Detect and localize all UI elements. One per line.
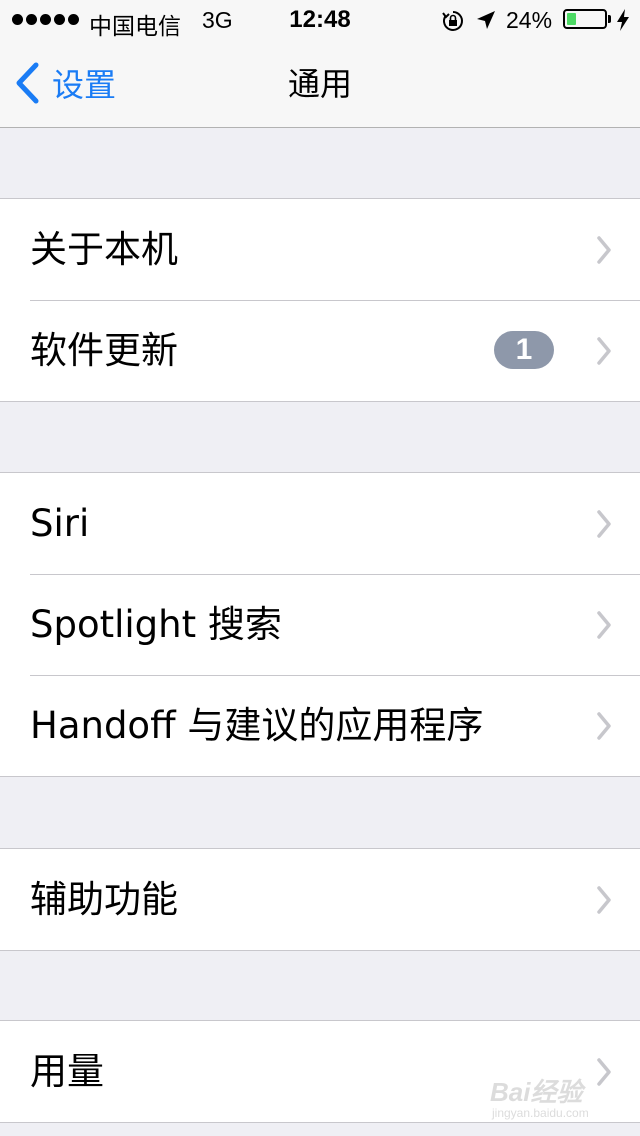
list-item-label: Siri — [30, 502, 90, 545]
list-item-siri[interactable]: Siri — [0, 473, 640, 574]
battery-tip — [608, 15, 611, 23]
battery-icon — [563, 9, 607, 29]
list-item-label: 关于本机 — [30, 228, 178, 271]
list-item-label: Handoff 与建议的应用程序 — [30, 704, 484, 747]
chevron-right-icon — [596, 712, 612, 744]
list-item-label: 辅助功能 — [30, 878, 178, 921]
navigation-bar: 设置 通用 — [0, 40, 640, 128]
list-item-usage[interactable]: 用量 — [0, 1021, 640, 1122]
list-item-software-update[interactable]: 软件更新 1 — [0, 300, 640, 401]
charging-bolt-icon — [616, 8, 630, 37]
list-item-accessibility[interactable]: 辅助功能 — [0, 849, 640, 950]
settings-group-3: 辅助功能 — [0, 848, 640, 951]
chevron-right-icon — [596, 510, 612, 542]
list-item-handoff[interactable]: Handoff 与建议的应用程序 — [0, 675, 640, 776]
page-title: 通用 — [287, 65, 352, 103]
settings-group-1: 关于本机 软件更新 1 — [0, 198, 640, 402]
location-arrow-icon — [475, 9, 497, 36]
chevron-right-icon — [596, 337, 612, 369]
list-item-spotlight[interactable]: Spotlight 搜索 — [0, 574, 640, 675]
battery-level — [567, 13, 576, 25]
settings-group-2: Siri Spotlight 搜索 Handoff 与建议的应用程序 — [0, 472, 640, 777]
chevron-right-icon — [596, 236, 612, 268]
list-item-label: 软件更新 — [30, 329, 178, 372]
list-item-label: 用量 — [30, 1050, 104, 1093]
chevron-right-icon — [596, 886, 612, 918]
update-count-badge: 1 — [494, 331, 554, 369]
chevron-right-icon — [596, 611, 612, 643]
status-bar: 中国电信 3G 12:48 24% — [0, 0, 640, 40]
list-item-about[interactable]: 关于本机 — [0, 199, 640, 300]
battery-percent: 24% — [506, 7, 553, 33]
settings-group-4: 用量 — [0, 1020, 640, 1123]
rotation-lock-icon — [441, 9, 465, 38]
chevron-right-icon — [596, 1058, 612, 1090]
list-item-label: Spotlight 搜索 — [30, 603, 282, 646]
